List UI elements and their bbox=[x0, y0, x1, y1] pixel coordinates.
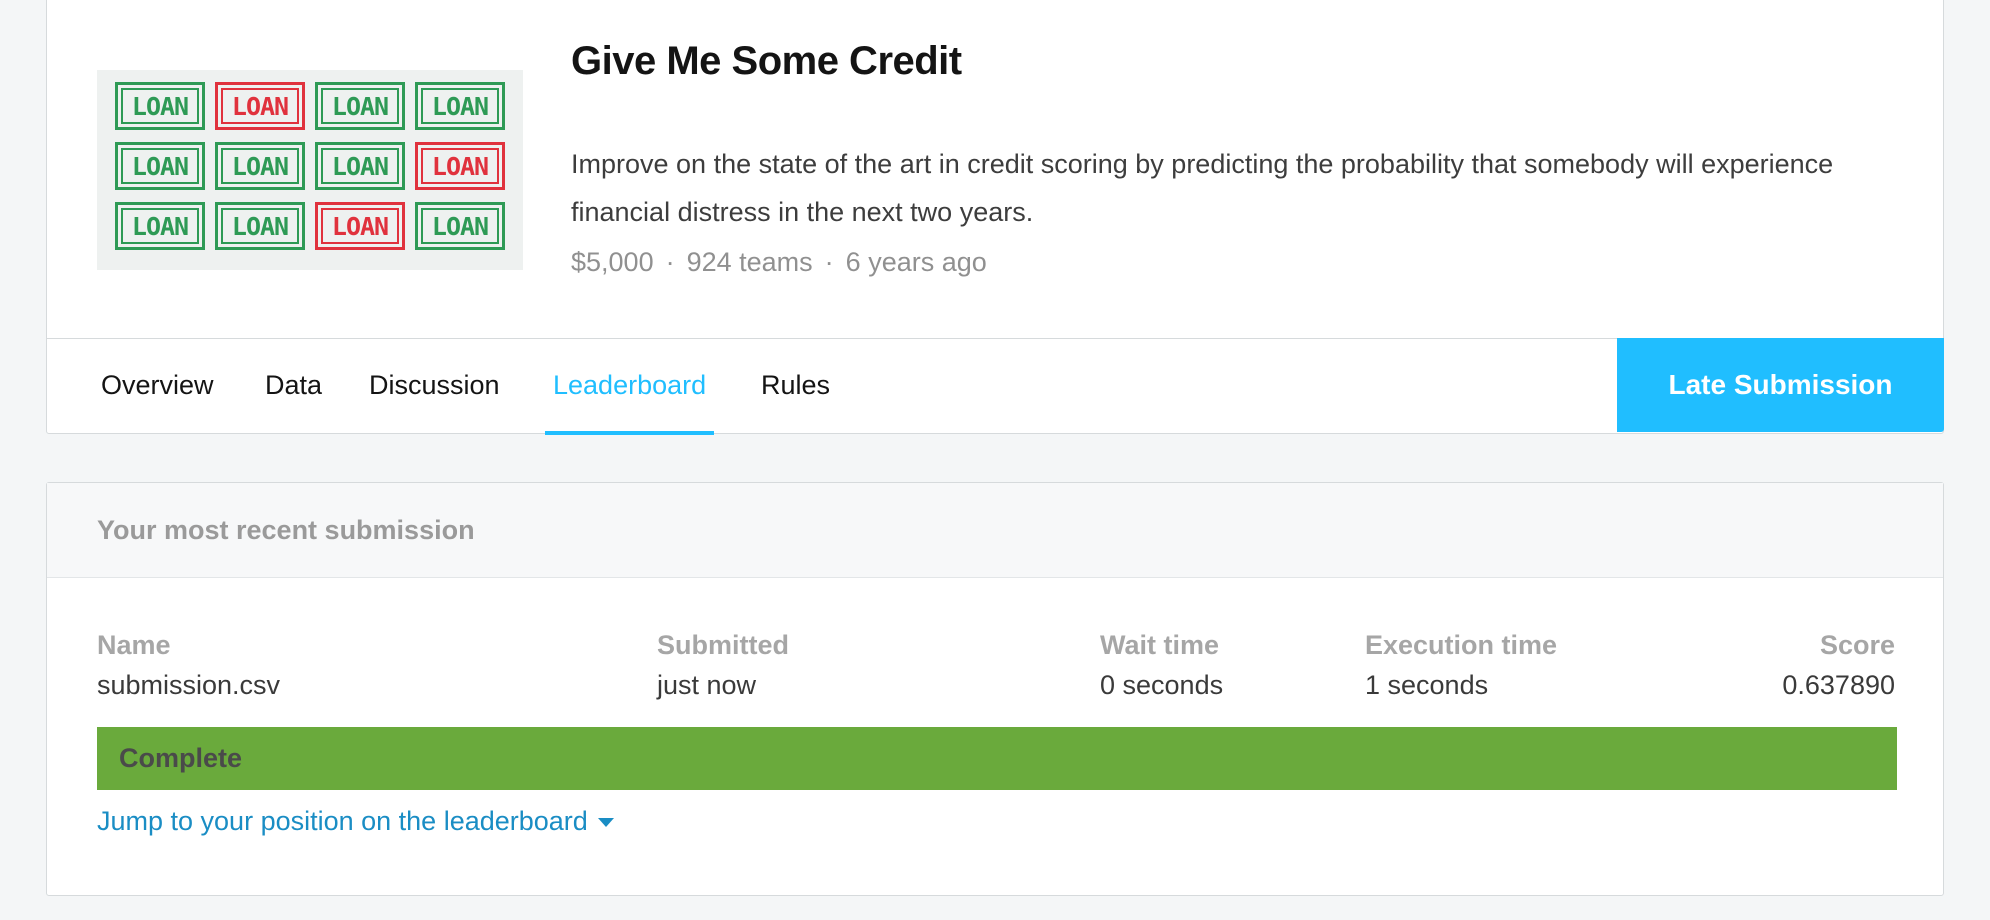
competition-description: Improve on the state of the art in credi… bbox=[571, 149, 1834, 227]
loan-stamp: LOAN bbox=[215, 82, 305, 130]
loan-stamp: LOAN bbox=[215, 142, 305, 190]
tab-rules[interactable]: Rules bbox=[761, 339, 830, 431]
competition-title: Give Me Some Credit bbox=[571, 39, 962, 83]
submission-file-name: submission.csv bbox=[97, 670, 281, 700]
prize-amount: $5,000 bbox=[571, 247, 654, 277]
loan-stamp: LOAN bbox=[315, 142, 405, 190]
competition-banner-image: LOAN LOAN LOAN LOAN LOAN LOAN LOAN LOAN … bbox=[97, 70, 523, 270]
competition-header-card: LOAN LOAN LOAN LOAN LOAN LOAN LOAN LOAN … bbox=[46, 0, 1944, 435]
competition-tabs: Overview Data Discussion Leaderboard Rul… bbox=[47, 338, 1944, 435]
meta-separator: · bbox=[824, 247, 834, 277]
loan-stamp: LOAN bbox=[415, 202, 505, 250]
submission-score-column: Score 0.637890 bbox=[1782, 625, 1895, 705]
submission-exec-column: Execution time 1 seconds bbox=[1365, 625, 1557, 705]
team-count: 924 teams bbox=[686, 247, 813, 277]
submission-wait-column: Wait time 0 seconds bbox=[1100, 625, 1223, 705]
submission-submitted-column: Submitted just now bbox=[657, 625, 789, 705]
column-label-execution-time: Execution time bbox=[1365, 630, 1558, 660]
loan-stamp: LOAN bbox=[115, 202, 205, 250]
column-label-submitted: Submitted bbox=[657, 630, 789, 660]
submission-submitted-value: just now bbox=[657, 670, 757, 700]
recent-submission-card: Your most recent submission Name submiss… bbox=[46, 482, 1944, 896]
tab-discussion[interactable]: Discussion bbox=[369, 339, 500, 431]
meta-separator: · bbox=[665, 247, 675, 277]
loan-stamp: LOAN bbox=[215, 202, 305, 250]
competition-meta: $5,000 · 924 teams · 6 years ago bbox=[571, 247, 987, 278]
caret-down-icon bbox=[597, 818, 614, 828]
submission-status-bar: Complete bbox=[97, 727, 1897, 790]
tab-data[interactable]: Data bbox=[265, 339, 322, 431]
column-label-name: Name bbox=[97, 630, 171, 660]
column-label-wait-time: Wait time bbox=[1100, 630, 1220, 660]
loan-stamp: LOAN bbox=[115, 82, 205, 130]
submission-score-value: 0.637890 bbox=[1782, 670, 1895, 700]
loan-stamp: LOAN bbox=[415, 142, 505, 190]
jump-to-leaderboard-link[interactable]: Jump to your position on the leaderboard bbox=[97, 801, 614, 841]
loan-stamp: LOAN bbox=[415, 82, 505, 130]
tab-overview[interactable]: Overview bbox=[101, 339, 214, 431]
submission-name-column: Name submission.csv bbox=[97, 625, 280, 705]
tab-leaderboard[interactable]: Leaderboard bbox=[545, 339, 715, 435]
competition-age: 6 years ago bbox=[845, 247, 987, 277]
late-submission-button[interactable]: Late Submission bbox=[1617, 338, 1944, 432]
submission-wait-value: 0 seconds bbox=[1100, 670, 1224, 700]
loan-stamp: LOAN bbox=[315, 82, 405, 130]
loan-stamp: LOAN bbox=[115, 142, 205, 190]
jump-link-text: Jump to your position on the leaderboard bbox=[97, 806, 588, 836]
submission-exec-value: 1 seconds bbox=[1365, 670, 1489, 700]
column-label-score: Score bbox=[1819, 630, 1895, 660]
loan-stamp: LOAN bbox=[315, 202, 405, 250]
recent-submission-header: Your most recent submission bbox=[47, 483, 1943, 578]
status-label: Complete bbox=[119, 743, 243, 773]
